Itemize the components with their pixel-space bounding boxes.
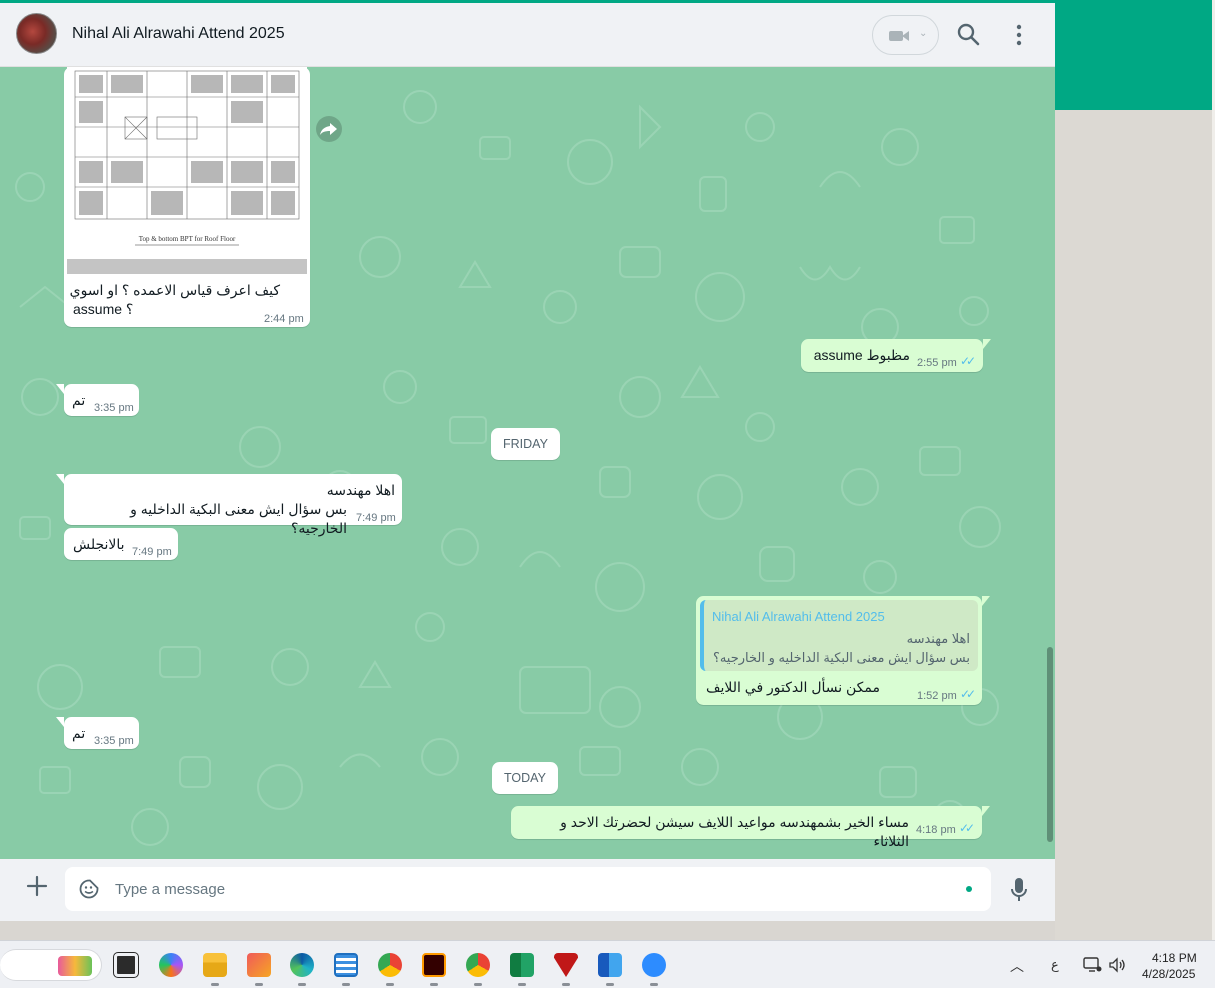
message-text: assume مظبوط <box>813 347 910 363</box>
message-time: 7:49 pm <box>356 512 396 524</box>
network-icon[interactable] <box>1083 957 1103 973</box>
gift-widget-icon[interactable] <box>58 956 92 976</box>
bubble-tail <box>983 339 991 349</box>
whatsapp-window: Nihal Ali Alrawahi Attend 2025 ⌄ Top & b… <box>0 0 1055 921</box>
date-separator: FRIDAY <box>491 428 560 460</box>
read-receipt-icon: ✓✓ <box>960 354 976 368</box>
bubble-tail <box>982 596 990 606</box>
message-time: 3:35 pm <box>94 735 134 747</box>
incoming-message[interactable]: بالانجلش 7:49 pm <box>64 528 178 560</box>
message-text: ممكن نسأل الدكتور في اللايف <box>706 679 881 695</box>
outgoing-message[interactable]: assume مظبوط 2:55 pm ✓✓ <box>801 339 991 372</box>
scrollbar-thumb[interactable] <box>1047 647 1053 842</box>
running-indicator <box>562 983 570 986</box>
copilot-icon[interactable] <box>159 953 183 977</box>
message-text: تم <box>72 725 86 741</box>
chevron-down-icon: ⌄ <box>919 28 928 39</box>
volume-icon[interactable] <box>1108 956 1126 974</box>
bubble-tail <box>56 384 64 394</box>
video-camera-icon <box>889 31 903 41</box>
windows-taskbar: ︿ ع 4:18 PM 4/28/2025 <box>0 940 1215 988</box>
chat-header: Nihal Ali Alrawahi Attend 2025 ⌄ <box>0 3 1055 67</box>
input-language[interactable]: ع <box>1051 957 1059 973</box>
chrome-profile-icon[interactable] <box>378 953 402 977</box>
forward-icon[interactable] <box>316 116 342 142</box>
running-indicator <box>298 983 306 986</box>
search-icon[interactable] <box>955 21 983 49</box>
taskbar-search[interactable] <box>0 949 102 981</box>
message-time: 2:55 pm <box>917 357 957 369</box>
snipping-tool-icon[interactable] <box>247 953 271 977</box>
sticker-emoji-icon[interactable] <box>79 879 99 899</box>
message-input[interactable] <box>115 879 935 899</box>
quoted-author: Nihal Ali Alrawahi Attend 2025 <box>712 609 885 624</box>
clock-time[interactable]: 4:18 PM <box>1152 951 1197 965</box>
conversation-panel[interactable]: Top & bottom BPT for Roof Floor كيف اعرف… <box>0 67 1055 859</box>
menu-vertical-icon[interactable] <box>1008 21 1030 49</box>
attach-plus-icon[interactable] <box>26 875 48 897</box>
bubble-tail <box>56 717 64 727</box>
plan-label: Top & bottom BPT for Roof Floor <box>139 235 236 243</box>
chat-title[interactable]: Nihal Ali Alrawahi Attend 2025 <box>72 25 285 43</box>
illustrator-icon[interactable] <box>422 953 446 977</box>
incoming-message[interactable]: تم 3:35 pm <box>56 384 139 416</box>
incoming-message[interactable]: تم 3:35 pm <box>56 717 139 749</box>
file-explorer-icon[interactable] <box>203 953 227 977</box>
video-call-button[interactable]: ⌄ <box>872 15 939 55</box>
message-time: 3:35 pm <box>94 402 134 414</box>
background-accent-band <box>1055 0 1212 110</box>
image-message[interactable]: Top & bottom BPT for Roof Floor كيف اعرف… <box>64 67 310 327</box>
video-camera-lens-icon <box>902 31 909 41</box>
word-icon[interactable] <box>598 953 622 977</box>
running-indicator <box>430 983 438 986</box>
running-indicator <box>518 983 526 986</box>
running-indicator <box>606 983 614 986</box>
avatar[interactable] <box>16 13 57 54</box>
quoted-text-line2: بس سؤال ايش معنى البكية الداخليه و الخار… <box>712 650 970 665</box>
running-indicator <box>474 983 482 986</box>
quoted-message[interactable]: Nihal Ali Alrawahi Attend 2025 اهلا مهند… <box>700 600 978 671</box>
bubble-tail <box>982 806 990 816</box>
mcafee-icon[interactable] <box>554 953 578 977</box>
clock-date[interactable]: 4/28/2025 <box>1142 967 1195 981</box>
message-time: 1:52 pm <box>917 690 957 702</box>
message-time: 2:44 pm <box>264 313 304 325</box>
message-text: تم <box>72 392 86 408</box>
excel-icon[interactable] <box>510 953 534 977</box>
read-receipt-icon: ✓✓ <box>959 821 975 835</box>
message-text-line1: اهلا مهندسه <box>326 482 395 498</box>
running-indicator <box>211 983 219 986</box>
running-indicator <box>386 983 394 986</box>
quoted-text-line1: اهلا مهندسه <box>906 631 970 646</box>
zoom-icon[interactable] <box>642 953 666 977</box>
image-caption-line1: كيف اعرف قياس الاعمده ؟ او اسوي <box>69 282 280 298</box>
floor-plan-image[interactable]: Top & bottom BPT for Roof Floor <box>67 67 307 274</box>
running-indicator <box>650 983 658 986</box>
notepad-icon[interactable] <box>334 953 358 977</box>
background-panel <box>1055 110 1212 940</box>
edge-icon[interactable] <box>290 953 314 977</box>
message-time: 4:18 pm <box>916 824 956 836</box>
microphone-icon[interactable] <box>1010 877 1028 903</box>
incoming-message[interactable]: اهلا مهندسه بس سؤال ايش معنى البكية الدا… <box>56 474 402 536</box>
message-text: بالانجلش <box>73 536 125 552</box>
running-indicator <box>255 983 263 986</box>
outgoing-message[interactable]: مساء الخير بشمهندسه مواعيد اللايف سيشن ل… <box>511 806 990 849</box>
bubble-tail <box>56 474 64 484</box>
outgoing-reply-message[interactable]: Nihal Ali Alrawahi Attend 2025 اهلا مهند… <box>696 596 990 705</box>
tray-chevron-up-icon[interactable]: ︿ <box>1010 956 1024 976</box>
message-text: مساء الخير بشمهندسه مواعيد اللايف سيشن ل… <box>560 814 909 849</box>
image-caption-line2: assume ؟ <box>73 301 134 317</box>
message-box[interactable] <box>65 867 991 911</box>
composer-bar <box>0 859 1055 921</box>
running-indicator <box>342 983 350 986</box>
task-view-icon[interactable] <box>113 952 139 978</box>
status-dot <box>966 886 972 892</box>
read-receipt-icon: ✓✓ <box>960 687 976 701</box>
chrome-icon[interactable] <box>466 953 490 977</box>
message-time: 7:49 pm <box>132 546 172 558</box>
date-separator: TODAY <box>492 762 558 794</box>
